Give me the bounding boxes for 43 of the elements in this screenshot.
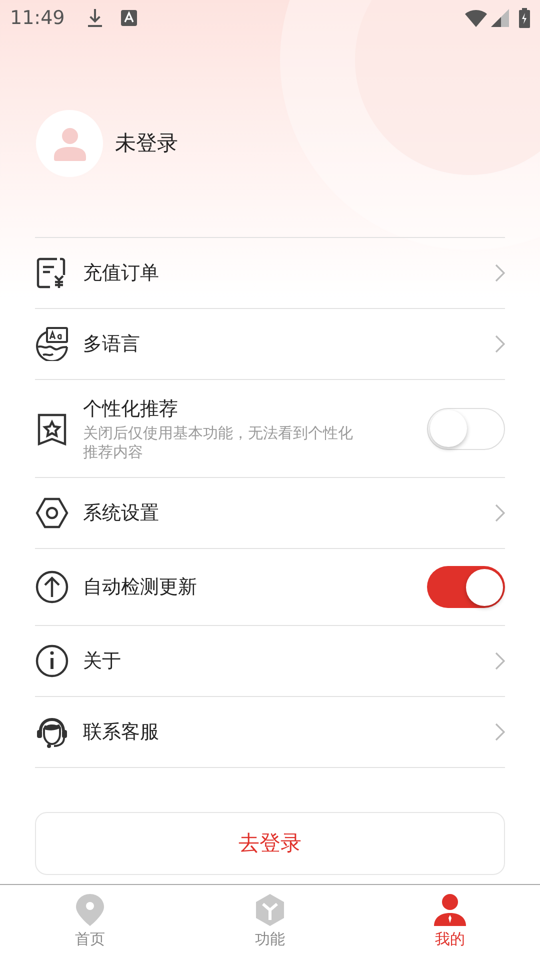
person-icon xyxy=(433,893,467,927)
menu-label: 自动检测更新 xyxy=(83,574,198,600)
nav-tab[interactable]: 我的 xyxy=(360,885,540,960)
chevron-right-icon xyxy=(495,335,505,353)
download-icon xyxy=(86,8,103,28)
location-pin-icon xyxy=(75,893,105,927)
menu-label: 多语言 xyxy=(83,332,141,357)
headset-icon xyxy=(35,715,69,749)
globe-icon xyxy=(35,327,69,361)
menu-item[interactable]: 充值订单 xyxy=(35,238,505,309)
wifi-icon xyxy=(465,9,487,27)
menu-label: 个性化推荐 xyxy=(83,397,179,422)
info-icon xyxy=(35,644,69,678)
chevron-right-icon xyxy=(495,652,505,670)
menu-item[interactable]: 联系客服 xyxy=(35,697,505,768)
chevron-right-icon xyxy=(495,723,505,741)
keyboard-icon xyxy=(120,10,137,26)
menu-item[interactable]: 关于 xyxy=(35,626,505,697)
menu-item[interactable]: 自动检测更新 xyxy=(35,549,505,626)
menu-item[interactable]: 系统设置 xyxy=(35,478,505,549)
settings-icon xyxy=(35,496,69,530)
star-bookmark-icon xyxy=(35,412,69,446)
username: 未登录 xyxy=(115,130,178,157)
toggle-switch[interactable] xyxy=(427,408,505,450)
nav-tab[interactable]: 首页 xyxy=(0,885,180,960)
up-arrow-circle-icon xyxy=(35,570,69,604)
chevron-right-icon xyxy=(495,504,505,522)
battery-icon xyxy=(519,8,530,28)
menu-label: 系统设置 xyxy=(83,500,160,526)
menu-label: 关于 xyxy=(83,648,122,674)
status-time: 11:49 xyxy=(10,6,65,31)
login-button[interactable]: 去登录 xyxy=(35,812,505,875)
chevron-right-icon xyxy=(495,264,505,282)
toggle-switch[interactable] xyxy=(427,566,505,608)
menu-item[interactable]: 多语言 xyxy=(35,309,505,380)
nav-tab[interactable]: 功能 xyxy=(180,885,360,960)
cube-icon xyxy=(255,893,285,927)
person-icon xyxy=(52,126,86,160)
signal-icon xyxy=(491,9,509,27)
menu-description: 关闭后仅使用基本功能，无法看到个性化推荐内容 xyxy=(83,424,354,462)
menu-item[interactable]: 个性化推荐 关闭后仅使用基本功能，无法看到个性化推荐内容 xyxy=(35,380,505,478)
menu-label: 充值订单 xyxy=(83,260,160,286)
menu-label: 联系客服 xyxy=(83,720,160,745)
